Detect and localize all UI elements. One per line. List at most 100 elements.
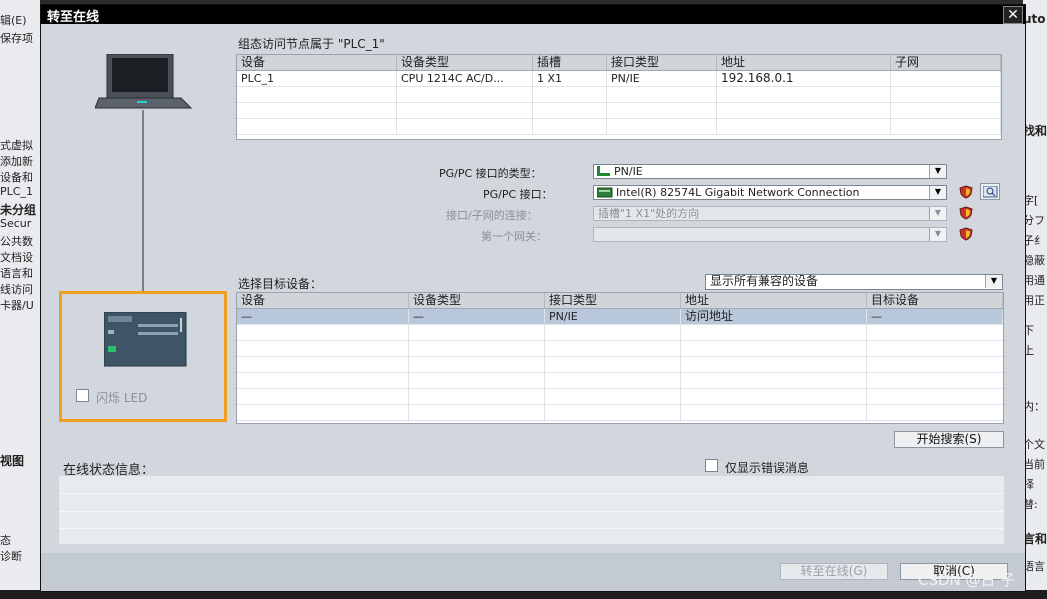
- flash-led-checkbox[interactable]: [76, 389, 89, 402]
- col-header-target-device[interactable]: 目标设备: [867, 293, 1003, 308]
- cell-device: —: [237, 309, 409, 324]
- cell-address: 192.168.0.1: [717, 71, 891, 86]
- table-row: [237, 103, 1001, 119]
- background-left-fragment: 态: [0, 534, 11, 547]
- background-right-fragment: 当前: [1023, 458, 1045, 471]
- dialog-title: 转至在线: [47, 10, 100, 25]
- background-right-fragment: 用正: [1023, 294, 1045, 307]
- subnet-connection-label: 接口/子网的连接：: [446, 209, 538, 222]
- device-filter-select[interactable]: 显示所有兼容的设备 ▼: [705, 274, 1003, 290]
- table-row: [237, 341, 1003, 357]
- shield-icon[interactable]: [959, 206, 973, 220]
- start-search-button[interactable]: 开始搜索(S): [894, 431, 1004, 448]
- pn-ie-icon: [597, 166, 610, 176]
- table-row: [237, 119, 1001, 135]
- background-left-fragment: 诊断: [0, 550, 22, 563]
- background-right-fragment: 分フ: [1023, 214, 1045, 227]
- connection-line: [142, 110, 144, 292]
- chevron-down-icon[interactable]: ▼: [929, 207, 946, 220]
- background-left-fragment: 未分组: [0, 203, 37, 217]
- table-row: [237, 325, 1003, 341]
- subnet-connection-select[interactable]: 插槽"1 X1"处的方向 ▼: [593, 206, 947, 221]
- pgpc-type-label: PG/PC 接口的类型：: [439, 167, 542, 180]
- background-right-fragment: 个文: [1023, 438, 1045, 451]
- magnifier-icon: [983, 186, 998, 198]
- chevron-down-icon[interactable]: ▼: [929, 186, 946, 199]
- col-header-device[interactable]: 设备: [237, 55, 397, 70]
- cell-interface-type: PN/IE: [607, 71, 717, 86]
- background-left-fragment: 卡器/U: [0, 299, 34, 312]
- dialog-titlebar: 转至在线 ✕: [41, 5, 1025, 25]
- cell-address: 访问地址: [681, 309, 867, 324]
- cell-device: PLC_1: [237, 71, 397, 86]
- gateway-select[interactable]: ▼: [593, 227, 947, 242]
- cell-target-device: —: [867, 309, 1003, 324]
- background-right-fragment: 隐蔽: [1023, 254, 1045, 267]
- background-left-fragment: 辑(E): [0, 14, 27, 27]
- plc-device-icon: [104, 312, 187, 367]
- only-errors-label: 仅显示错误消息: [725, 461, 810, 475]
- chevron-down-icon[interactable]: ▼: [929, 165, 946, 178]
- access-table-caption: 组态访问节点属于 "PLC_1": [238, 37, 385, 51]
- target-device-box: 闪烁 LED: [59, 291, 227, 422]
- table-row[interactable]: PLC_1 CPU 1214C AC/D... 1 X1 PN/IE 192.1…: [237, 71, 1001, 87]
- background-left-fragment: 视图: [0, 454, 25, 468]
- col-header-address[interactable]: 地址: [681, 293, 867, 308]
- col-header-subnet[interactable]: 子网: [891, 55, 1001, 70]
- dialog-body: 闪烁 LED 组态访问节点属于 "PLC_1" 设备 设备类型 插槽 接口类型 …: [41, 24, 1025, 591]
- background-right-fragment: 言和: [1023, 532, 1047, 546]
- cell-device-type: —: [409, 309, 545, 324]
- background-right-fragment: 语言: [1023, 560, 1045, 573]
- background-left-fragment: PLC_1: [0, 185, 33, 198]
- background-right-fragment: 找和: [1023, 124, 1047, 138]
- access-table-header: 设备 设备类型 插槽 接口类型 地址 子网: [237, 55, 1001, 71]
- go-online-dialog: 转至在线 ✕ 闪烁 LED 组态访问节点属于 "PLC_1" 设备 设备类型 插…: [40, 4, 1026, 592]
- shield-icon[interactable]: [959, 227, 973, 241]
- background-right-fragment: uto: [1023, 12, 1046, 26]
- col-header-address[interactable]: 地址: [717, 55, 891, 70]
- background-left-fragment: 文档设: [0, 251, 33, 264]
- pc-illustration-icon: [95, 54, 193, 109]
- device-filter-value: 显示所有兼容的设备: [710, 274, 819, 288]
- background-left-fragment: 公共数: [0, 235, 33, 248]
- col-header-interface-type[interactable]: 接口类型: [545, 293, 681, 308]
- col-header-interface-type[interactable]: 接口类型: [607, 55, 717, 70]
- table-row[interactable]: — — PN/IE 访问地址 —: [237, 309, 1003, 325]
- access-node-table: 设备 设备类型 插槽 接口类型 地址 子网 PLC_1 CPU 1214C AC…: [236, 54, 1002, 140]
- pgpc-type-value: PN/IE: [614, 165, 643, 178]
- flash-led-label: 闪烁 LED: [96, 391, 148, 405]
- chevron-down-icon[interactable]: ▼: [929, 228, 946, 241]
- cell-device-type: CPU 1214C AC/D...: [397, 71, 533, 86]
- background-right-fragment: 子纟: [1023, 234, 1045, 247]
- pgpc-type-select[interactable]: PN/IE ▼: [593, 164, 947, 179]
- background-left-fragment: 添加新: [0, 155, 33, 168]
- pgpc-interface-select[interactable]: Intel(R) 82574L Gigabit Network Connecti…: [593, 185, 947, 200]
- shield-icon[interactable]: [959, 185, 973, 199]
- table-row: [237, 373, 1003, 389]
- diagnostics-button[interactable]: [980, 183, 1000, 200]
- chevron-down-icon[interactable]: ▼: [985, 275, 1002, 288]
- target-device-table: 设备 设备类型 接口类型 地址 目标设备 — — PN/IE 访问地址 —: [236, 292, 1004, 424]
- close-button[interactable]: ✕: [1003, 6, 1023, 24]
- cell-slot: 1 X1: [533, 71, 607, 86]
- only-errors-checkbox[interactable]: [705, 459, 718, 472]
- go-online-button[interactable]: 转至在线(G): [780, 563, 888, 580]
- background-left-fragment: 语言和: [0, 267, 33, 280]
- col-header-device[interactable]: 设备: [237, 293, 409, 308]
- online-status-log[interactable]: [59, 476, 1004, 544]
- col-header-device-type[interactable]: 设备类型: [409, 293, 545, 308]
- subnet-connection-value: 插槽"1 X1"处的方向: [598, 207, 700, 220]
- background-left-panel: 辑(E) 保存项 式虚拟 添加新 设备和 PLC_1 未分组 Secur 公共数 文档设 语言和 线访…: [0, 0, 40, 599]
- background-left-fragment: 线访问: [0, 283, 33, 296]
- watermark: CSDN @日 子: [918, 571, 1016, 589]
- col-header-device-type[interactable]: 设备类型: [397, 55, 533, 70]
- background-left-fragment: 设备和: [0, 171, 33, 184]
- table-row: [237, 389, 1003, 405]
- table-row: [237, 357, 1003, 373]
- network-card-icon: [597, 187, 613, 198]
- col-header-slot[interactable]: 插槽: [533, 55, 607, 70]
- background-left-fragment: Secur: [0, 217, 32, 230]
- background-right-fragment: 内：: [1023, 400, 1045, 413]
- table-row: [237, 87, 1001, 103]
- background-right-panel: uto 找和 字[分フ 子纟 隐蔽 用通 用正下上内： 个文 当前择替: 言和 语言: [1023, 0, 1047, 599]
